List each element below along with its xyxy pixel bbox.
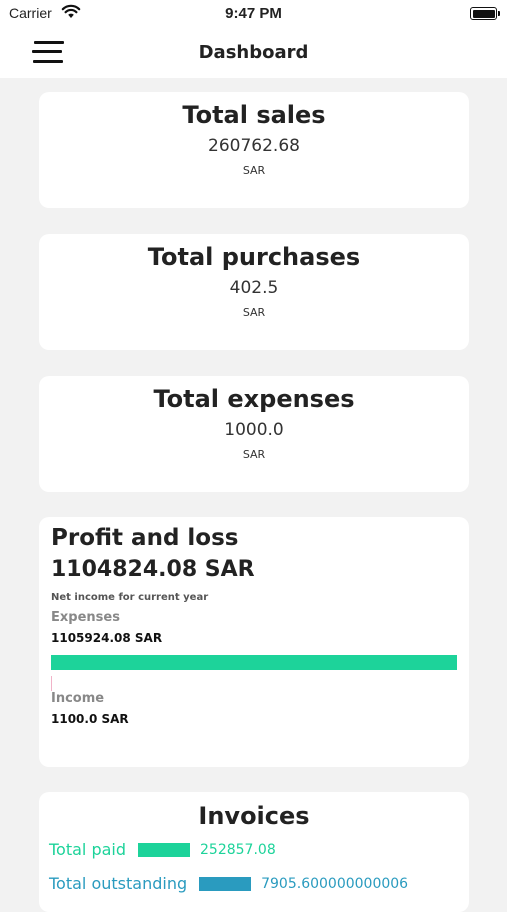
total-outstanding-bar [199, 876, 252, 891]
stat-unit: SAR [242, 306, 266, 319]
invoices-title: Invoices [198, 802, 310, 830]
profit-loss-amount: 1104824.08 SAR [51, 557, 255, 582]
total-sales-card[interactable]: Total sales 260762.68 SAR [39, 92, 469, 208]
stat-title: Total sales [182, 101, 326, 129]
status-bar: Carrier 9:47 PM [0, 0, 507, 28]
clock-label: 9:47 PM [225, 5, 282, 22]
expenses-bar-fill [51, 655, 457, 670]
stat-value: 260762.68 [208, 136, 300, 156]
stat-value: 402.5 [229, 278, 279, 298]
total-purchases-card[interactable]: Total purchases 402.5 SAR [39, 234, 469, 350]
total-paid-bar [138, 842, 191, 857]
profit-loss-card[interactable]: Profit and loss 1104824.08 SAR Net incom… [39, 517, 469, 767]
battery-icon [470, 7, 500, 20]
page-title: Dashboard [198, 42, 309, 63]
expenses-label: Expenses [51, 610, 120, 625]
stat-title: Total expenses [153, 385, 355, 413]
total-expenses-card[interactable]: Total expenses 1000.0 SAR [39, 376, 469, 492]
total-paid-label: Total paid [49, 840, 127, 859]
income-bar-fill [51, 676, 52, 691]
expenses-bar [51, 655, 457, 670]
stat-unit: SAR [242, 448, 266, 461]
stat-value: 1000.0 [224, 420, 284, 440]
invoices-card[interactable]: Invoices Total paid 252857.08 Total outs… [39, 792, 469, 912]
total-outstanding-label: Total outstanding [49, 874, 188, 893]
profit-loss-title: Profit and loss [51, 525, 239, 551]
net-income-note: Net income for current year [51, 592, 209, 603]
total-paid-row: Total paid 252857.08 [49, 840, 276, 859]
expenses-value: 1105924.08 SAR [51, 631, 163, 645]
income-bar [51, 676, 457, 691]
total-outstanding-row: Total outstanding 7905.600000000006 [49, 874, 408, 893]
income-value: 1100.0 SAR [51, 712, 129, 726]
stat-title: Total purchases [147, 243, 361, 271]
income-label: Income [51, 691, 105, 706]
stat-unit: SAR [242, 164, 266, 177]
nav-bar: Dashboard [0, 28, 507, 78]
total-outstanding-value: 7905.600000000006 [261, 875, 409, 892]
total-paid-value: 252857.08 [200, 841, 276, 858]
